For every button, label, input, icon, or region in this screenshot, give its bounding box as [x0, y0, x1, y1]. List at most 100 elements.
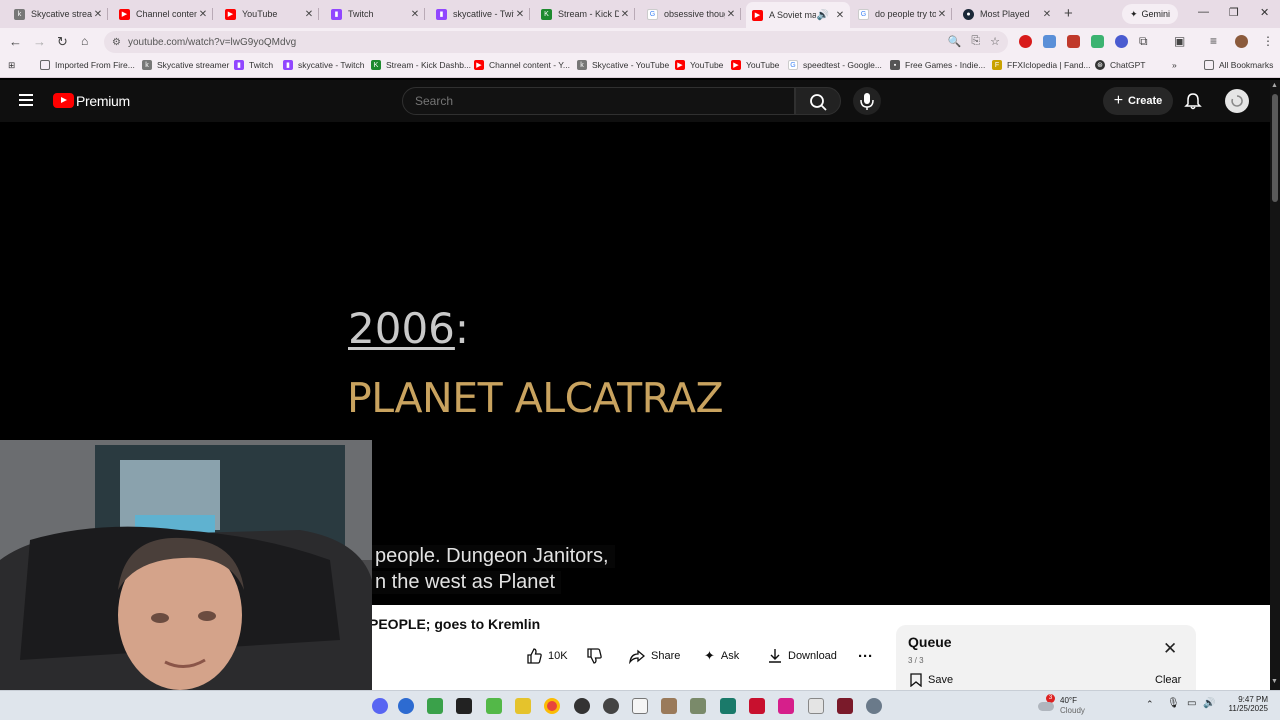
close-icon[interactable]: ✕	[197, 9, 209, 20]
forward-icon[interactable]: →	[33, 34, 46, 49]
pencil-taskbar-icon[interactable]	[515, 698, 531, 714]
close-icon[interactable]: ✕	[92, 9, 104, 20]
all-bookmarks-button[interactable]: All Bookmarks	[1204, 60, 1273, 70]
extension-green-icon[interactable]	[1091, 35, 1104, 48]
close-icon[interactable]: ✕	[834, 10, 846, 21]
extension-globe-icon[interactable]	[1115, 35, 1128, 48]
tab-channel-content[interactable]: ▶ Channel content - YouTube ✕	[113, 2, 213, 26]
pink-app-taskbar-icon[interactable]	[778, 698, 794, 714]
bookmark-item[interactable]: Imported From Fire...	[40, 60, 135, 70]
extension-blue-icon[interactable]	[1043, 35, 1056, 48]
address-bar[interactable]: ⚙ 🔍 ⎘ ☆	[104, 31, 1008, 53]
maximize-icon[interactable]: ❐	[1229, 6, 1239, 19]
chrome-taskbar-icon[interactable]	[544, 698, 560, 714]
menu-hamburger-icon[interactable]	[19, 94, 33, 109]
discord-taskbar-icon[interactable]	[372, 698, 388, 714]
speaker-icon[interactable]: 🔊	[816, 10, 830, 21]
tab-soviet-man-active[interactable]: ▶ A Soviet man 🔊 ✕	[746, 2, 850, 28]
close-icon[interactable]: ✕	[303, 9, 315, 20]
bookmark-item[interactable]: K Stream - Kick Dashb...	[371, 60, 471, 70]
profile-avatar[interactable]	[1235, 35, 1248, 48]
extension-megaphone-icon[interactable]	[1067, 35, 1080, 48]
nvidia-taskbar-icon[interactable]	[486, 698, 502, 714]
x-app-taskbar-icon[interactable]	[837, 698, 853, 714]
media-controls-icon[interactable]: ≡	[1210, 34, 1217, 48]
create-button[interactable]: + Create	[1103, 87, 1173, 115]
microphone-tray-icon[interactable]: 🎙	[1167, 698, 1180, 709]
bookmark-item[interactable]: k Skycative streamer	[142, 60, 229, 70]
download-button[interactable]: Download	[768, 645, 837, 667]
apps-grid-icon[interactable]: ⊞	[8, 60, 15, 71]
volume-tray-icon[interactable]: 🔊	[1203, 698, 1215, 709]
media-player-taskbar-icon[interactable]	[749, 698, 765, 714]
tab-youtube[interactable]: ▶ YouTube ✕	[219, 2, 319, 26]
bookmark-item[interactable]: k Skycative - YouTube	[577, 60, 669, 70]
account-avatar[interactable]	[1225, 89, 1249, 113]
queue-clear-button[interactable]: Clear	[1155, 674, 1181, 686]
tab-twitch[interactable]: ▮ Twitch ✕	[325, 2, 425, 26]
scroll-down-icon[interactable]: ▼	[1271, 678, 1278, 685]
reload-icon[interactable]: ↻	[57, 34, 68, 50]
obs-taskbar-icon[interactable]	[603, 698, 619, 714]
extensions-puzzle-icon[interactable]: ⧉	[1139, 34, 1148, 49]
bookmark-item[interactable]: ▮ skycative - Twitch	[283, 60, 364, 70]
game-hero-taskbar-icon[interactable]	[690, 698, 706, 714]
settings-taskbar-icon[interactable]	[866, 698, 882, 714]
bookmark-item[interactable]: ▶ YouTube	[675, 60, 723, 70]
bookmark-item[interactable]: Gspeedtest - Google...	[788, 60, 882, 70]
site-info-icon[interactable]: ⚙	[112, 37, 126, 48]
more-actions-icon[interactable]: ···	[858, 645, 873, 667]
more-menu-icon[interactable]: ⋮	[1262, 34, 1274, 48]
network-tray-icon[interactable]: ▭	[1187, 698, 1196, 709]
notifications-button[interactable]	[1184, 92, 1202, 115]
bookmark-item[interactable]: ▶ YouTube	[731, 60, 779, 70]
youtube-logo-icon[interactable]	[53, 93, 74, 108]
bookmark-item[interactable]: ▪ Free Games - Indie...	[890, 60, 985, 70]
clock[interactable]: 9:47 PM 11/25/2025	[1226, 695, 1268, 713]
voice-search-button[interactable]	[853, 87, 881, 115]
bookmark-star-icon[interactable]: ☆	[990, 35, 1000, 48]
bookmark-item[interactable]: ▮ Twitch	[234, 60, 273, 70]
game-character-taskbar-icon[interactable]	[661, 698, 677, 714]
notepad-taskbar-icon[interactable]	[808, 698, 824, 714]
like-button[interactable]: 10K	[526, 645, 568, 667]
ghub-taskbar-icon[interactable]	[574, 698, 590, 714]
close-icon[interactable]: ✕	[1041, 9, 1053, 20]
bookmark-item[interactable]: ▶ Channel content - Y...	[474, 60, 570, 70]
sheets-taskbar-icon[interactable]	[427, 698, 443, 714]
url-input[interactable]	[128, 36, 728, 48]
arc-taskbar-icon[interactable]	[398, 698, 414, 714]
gemini-button[interactable]: ✦ Gemini	[1122, 4, 1179, 24]
more-bookmarks-icon[interactable]: »	[1172, 60, 1177, 70]
new-tab-button[interactable]: +	[1064, 5, 1073, 22]
youtube-premium-logo[interactable]: Premium	[76, 93, 130, 109]
home-icon[interactable]: ⌂	[81, 34, 88, 48]
install-app-icon[interactable]: ⎘	[971, 35, 980, 48]
queue-close-icon[interactable]: ✕	[1163, 639, 1177, 659]
search-box[interactable]	[402, 87, 795, 115]
clock-taskbar-icon[interactable]	[632, 698, 648, 714]
tab-skycatlive-twitch[interactable]: ▮ skycatlive - Twitch ✕	[430, 2, 530, 26]
close-icon[interactable]: ✕	[409, 9, 421, 20]
side-panel-icon[interactable]: ▣	[1174, 34, 1185, 48]
page-scrollbar[interactable]: ▲ ▼	[1270, 80, 1280, 690]
a-app-taskbar-icon[interactable]	[720, 698, 736, 714]
scroll-up-icon[interactable]: ▲	[1271, 82, 1278, 89]
tab-obsessive-thoughts[interactable]: G obsessive thoughts ✕	[641, 2, 741, 26]
close-icon[interactable]: ✕	[514, 9, 526, 20]
close-icon[interactable]: ✕	[725, 9, 737, 20]
tab-skycative-streamer[interactable]: k Skycative streamer ✕	[8, 2, 108, 26]
search-button[interactable]	[795, 87, 841, 115]
epic-games-taskbar-icon[interactable]	[456, 698, 472, 714]
scrollbar-thumb[interactable]	[1272, 94, 1278, 202]
ask-button[interactable]: ✦ Ask	[704, 645, 739, 667]
tab-kick-dashboard[interactable]: K Stream - Kick Dashboard ✕	[535, 2, 635, 26]
tab-most-played[interactable]: ● Most Played ✕	[957, 2, 1057, 26]
window-close-icon[interactable]: ✕	[1260, 6, 1269, 19]
bookmark-item[interactable]: ⊛ ChatGPT	[1095, 60, 1145, 70]
close-icon[interactable]: ✕	[936, 9, 948, 20]
dislike-button[interactable]	[586, 645, 602, 667]
share-button[interactable]: Share	[629, 645, 680, 667]
tray-overflow-icon[interactable]: ⌃	[1146, 699, 1154, 710]
minimize-icon[interactable]: —	[1198, 6, 1209, 18]
